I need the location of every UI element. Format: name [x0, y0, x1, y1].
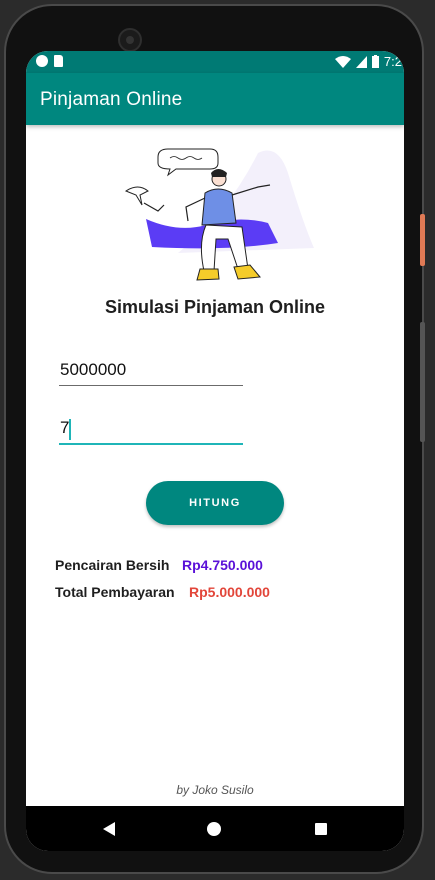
home-icon[interactable]	[207, 822, 221, 836]
status-right: 7:2	[334, 54, 402, 69]
total-payment-label: Total Pembayaran	[55, 584, 175, 600]
power-button[interactable]	[420, 214, 425, 266]
sd-card-icon	[54, 55, 63, 67]
front-camera	[118, 28, 142, 52]
signal-icon	[355, 55, 367, 68]
navigation-bar	[26, 806, 404, 851]
status-time: 7:2	[383, 54, 402, 69]
recent-apps-icon[interactable]	[315, 823, 327, 835]
calculate-button[interactable]: HITUNG	[146, 481, 284, 525]
text-cursor	[69, 419, 71, 440]
loan-amount-field[interactable]	[59, 356, 243, 386]
screen: 7:2 Pinjaman Online Simulasi Pinjaman On…	[26, 51, 404, 851]
loan-tenor-field[interactable]	[59, 415, 243, 445]
status-bar: 7:2	[26, 51, 404, 73]
author-credit: by Joko Susilo	[176, 783, 254, 797]
status-left	[36, 55, 63, 67]
net-disbursement-value: Rp4.750.000	[182, 557, 263, 573]
app-notification-icon	[36, 55, 48, 67]
battery-icon	[371, 55, 379, 68]
page-title: Simulasi Pinjaman Online	[104, 297, 326, 317]
total-payment-value: Rp5.000.000	[189, 584, 270, 600]
back-icon[interactable]	[103, 822, 115, 836]
volume-button[interactable]	[420, 322, 425, 442]
wifi-icon	[334, 55, 351, 68]
net-disbursement-label: Pencairan Bersih	[55, 557, 170, 573]
person-illustration	[124, 148, 314, 281]
app-title: Pinjaman Online	[40, 89, 183, 110]
app-bar: Pinjaman Online	[26, 73, 404, 125]
